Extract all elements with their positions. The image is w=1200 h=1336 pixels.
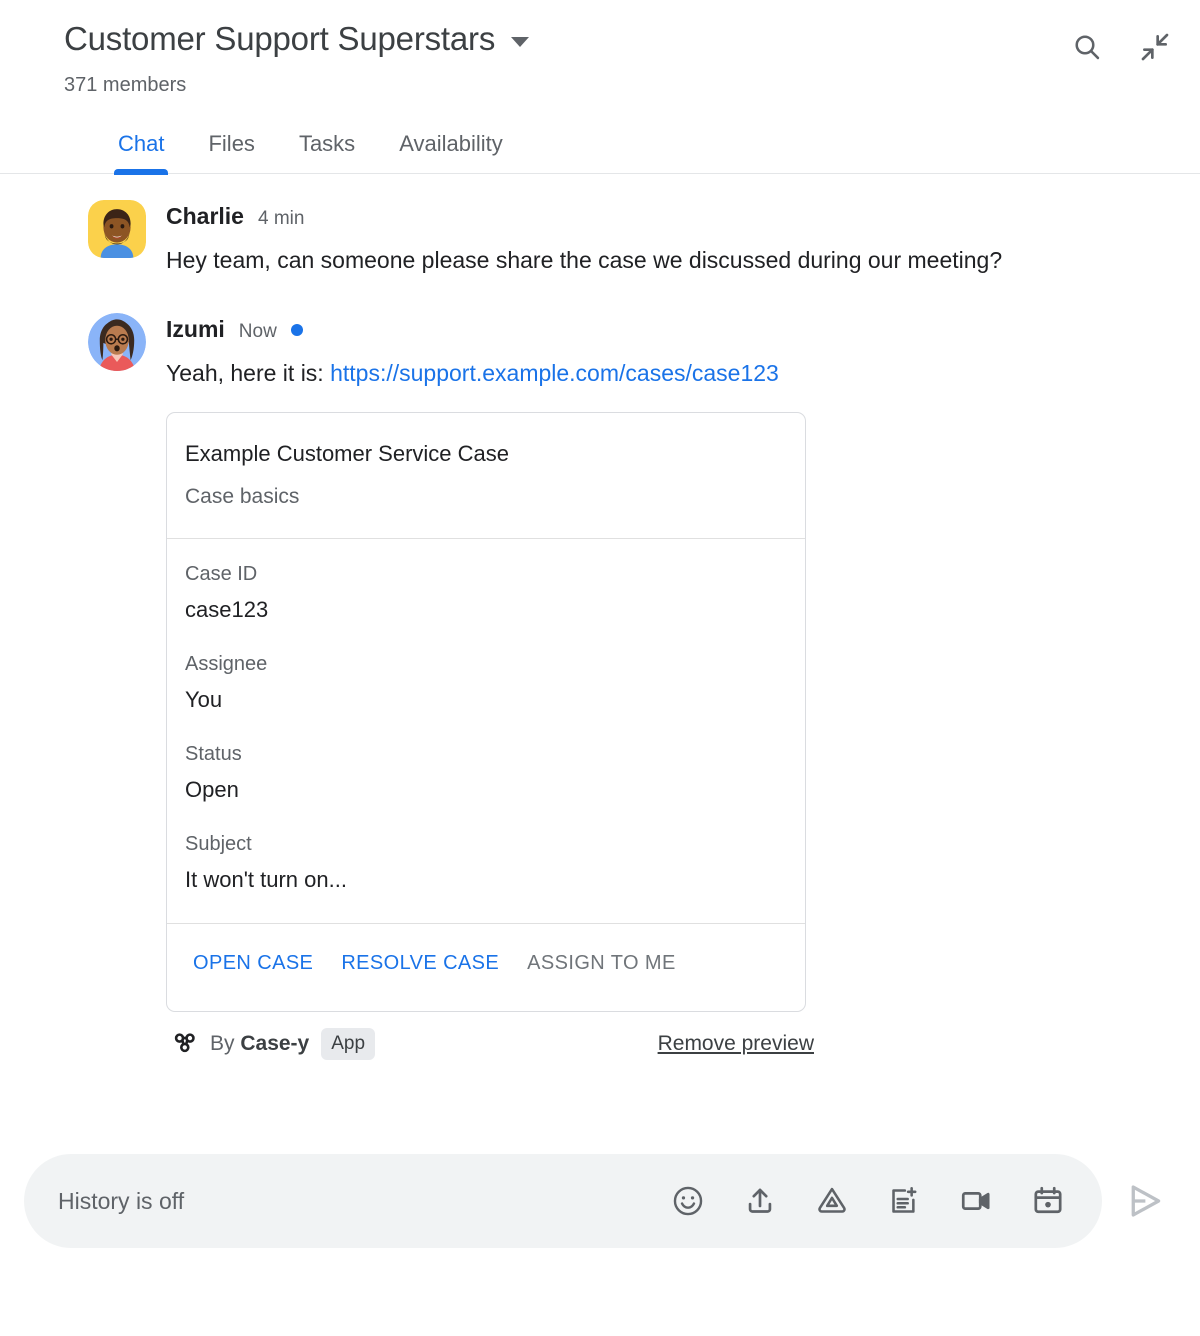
header-actions <box>1070 30 1172 64</box>
message-list: Charlie 4 min Hey team, can someone plea… <box>0 174 1200 1060</box>
unread-dot-icon <box>290 323 303 336</box>
send-button[interactable] <box>1114 1170 1176 1232</box>
message-header: Charlie 4 min <box>166 202 1176 231</box>
message-item: Charlie 4 min Hey team, can someone plea… <box>24 190 1176 281</box>
case-link[interactable]: https://support.example.com/cases/case12… <box>330 360 779 386</box>
room-title-row[interactable]: Customer Support Superstars <box>64 18 1176 60</box>
composer-input-wrapper[interactable]: History is off <box>24 1154 1102 1248</box>
message-body: Charlie 4 min Hey team, can someone plea… <box>166 200 1176 281</box>
message-body: Izumi Now Yeah, here it is: https://supp… <box>166 313 1176 1060</box>
field-status: Status Open <box>185 741 787 805</box>
chat-room-panel: Customer Support Superstars 371 members <box>0 0 1200 1336</box>
tab-availability[interactable]: Availability <box>377 131 525 173</box>
message-timestamp: 4 min <box>257 208 305 229</box>
field-subject: Subject It won't turn on... <box>185 831 787 895</box>
field-value: case123 <box>185 597 269 622</box>
upload-icon[interactable] <box>742 1183 778 1219</box>
google-drive-icon[interactable] <box>814 1183 850 1219</box>
field-label: Assignee <box>185 653 268 675</box>
page-title: Customer Support Superstars <box>64 20 496 57</box>
message-header: Izumi Now <box>166 315 1176 344</box>
room-tabs: Chat Files Tasks Availability <box>0 120 1200 175</box>
app-badge: App <box>321 1028 376 1060</box>
video-call-icon[interactable] <box>958 1183 994 1219</box>
app-name: Case-y <box>240 1032 310 1055</box>
field-value: It won't turn on... <box>185 867 347 892</box>
message-input[interactable]: History is off <box>58 1186 670 1216</box>
izumi-avatar[interactable] <box>88 313 146 371</box>
field-label: Case ID <box>185 563 258 585</box>
chevron-down-icon[interactable] <box>511 37 530 47</box>
emoji-icon[interactable] <box>670 1183 706 1219</box>
field-value: Open <box>185 777 239 802</box>
open-case-button[interactable]: OPEN CASE <box>179 946 327 981</box>
create-doc-icon[interactable] <box>886 1183 922 1219</box>
message-composer: History is off <box>24 1154 1176 1248</box>
card-title: Example Customer Service Case <box>185 441 510 466</box>
member-count: 371 members <box>64 74 187 96</box>
card-actions: OPEN CASE RESOLVE CASE ASSIGN TO ME <box>167 924 805 1011</box>
search-icon[interactable] <box>1070 30 1104 64</box>
tab-tasks[interactable]: Tasks <box>277 131 377 173</box>
composer-toolbar <box>670 1183 1076 1219</box>
remove-preview-link[interactable]: Remove preview <box>658 1030 814 1058</box>
field-case-id: Case ID case123 <box>185 561 787 625</box>
room-header: Customer Support Superstars 371 members <box>0 0 1200 98</box>
message-text-prefix: Yeah, here it is: <box>166 360 331 386</box>
field-label: Subject <box>185 833 252 855</box>
card-attribution-left: By Case-y App <box>172 1028 376 1060</box>
assign-to-me-button[interactable]: ASSIGN TO ME <box>513 946 690 981</box>
tab-files[interactable]: Files <box>186 131 276 173</box>
card-subtitle: Case basics <box>185 485 300 508</box>
collapse-icon[interactable] <box>1138 30 1172 64</box>
charlie-avatar[interactable] <box>88 200 146 258</box>
resolve-case-button[interactable]: RESOLVE CASE <box>327 946 513 981</box>
card-attribution: By Case-y App Remove preview <box>166 1028 814 1060</box>
message-text: Hey team, can someone please share the c… <box>166 247 1003 273</box>
card-fields: Case ID case123 Assignee You Status Open <box>167 539 805 923</box>
message-sender: Charlie <box>166 203 244 229</box>
message-item: Izumi Now Yeah, here it is: https://supp… <box>24 303 1176 1060</box>
calendar-icon[interactable] <box>1030 1183 1066 1219</box>
by-prefix: By <box>210 1032 241 1055</box>
webhook-icon <box>172 1029 198 1060</box>
field-label: Status <box>185 743 242 765</box>
tab-chat[interactable]: Chat <box>96 131 186 175</box>
message-text: Yeah, here it is: https://support.exampl… <box>166 352 1176 394</box>
field-value: You <box>185 687 223 712</box>
message-timestamp: Now <box>238 321 277 342</box>
card-header: Example Customer Service Case Case basic… <box>167 413 805 538</box>
case-preview-card: Example Customer Service Case Case basic… <box>166 412 806 1012</box>
field-assignee: Assignee You <box>185 651 787 715</box>
card-author: By Case-y <box>210 1030 309 1058</box>
message-sender: Izumi <box>166 316 225 342</box>
